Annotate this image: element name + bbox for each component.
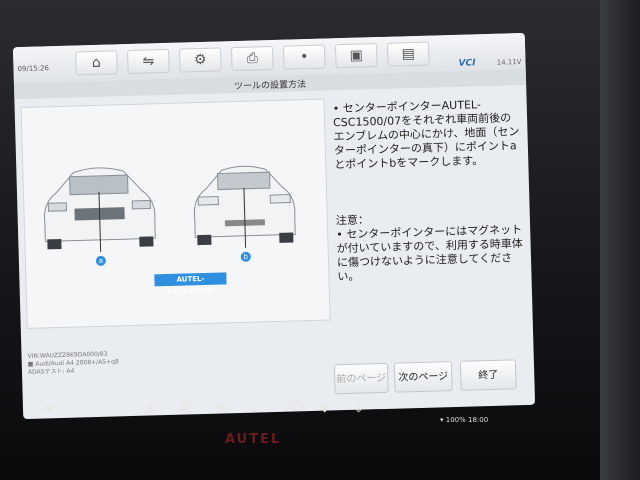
- print-button[interactable]: ⎙: [230, 45, 274, 72]
- home-icon: ⌂: [91, 54, 102, 72]
- note-title: 注意：: [335, 213, 370, 228]
- time-label: 09/15:26: [17, 64, 50, 74]
- status-bar: ▾ 100% 18:00: [440, 416, 488, 424]
- device-brand-logo: AUTEL: [225, 432, 282, 447]
- car-nav-icon[interactable]: ◆: [320, 400, 329, 414]
- next-page-button[interactable]: 次のページ: [393, 361, 453, 393]
- print-icon: ⎙: [246, 50, 259, 67]
- instruction-text: • センターポインターAUTEL-CSC1500/07をそれぞれ車両前後のエンブ…: [332, 98, 520, 172]
- display-icon[interactable]: ▣: [216, 400, 227, 414]
- vci-label: VCI: [458, 58, 476, 69]
- device-edge: [600, 0, 640, 480]
- camera-icon[interactable]: ◘: [180, 400, 190, 414]
- tablet-screen: 09/15:26 ⌂ ⇋ ⚙ ⎙ • ▣ ▤ VCI 14.11V ツールの設置…: [12, 32, 536, 420]
- wifi-icon: ▾: [440, 416, 444, 424]
- car-lift-icon: ⇋: [142, 53, 155, 70]
- battery-level: 100%: [445, 416, 466, 424]
- back-icon[interactable]: ◀: [42, 400, 51, 414]
- settings-button[interactable]: ⚙: [179, 47, 222, 73]
- autel-home-icon[interactable]: ⌂: [250, 400, 258, 414]
- car-rear-illustration: [193, 165, 296, 250]
- browser-icon[interactable]: ◉: [146, 400, 156, 414]
- point-b-marker: b: [240, 251, 251, 262]
- recent-apps-icon[interactable]: ▭: [110, 400, 121, 414]
- save-button[interactable]: ▣: [334, 43, 378, 69]
- vehicle-info: VIN:WAUZZZ8K9DA000/83 ■ Audi/Audi A4 200…: [27, 350, 119, 377]
- info-button[interactable]: •: [282, 44, 326, 70]
- prev-page-button[interactable]: 前のページ: [333, 362, 389, 395]
- test-line: ADASテスト: A4: [27, 367, 75, 376]
- voltage-readout: 14.11V: [496, 58, 522, 67]
- home-nav-icon[interactable]: ⌂: [76, 400, 84, 414]
- setup-diagram: a b AUTEL-CSC1500/07: [20, 98, 331, 329]
- vci-nav-icon[interactable]: VCI: [282, 400, 305, 414]
- save-icon: ▣: [349, 47, 364, 64]
- message-icon: ▤: [401, 46, 416, 63]
- car-lift-button[interactable]: ⇋: [127, 48, 170, 75]
- home-button[interactable]: ⌂: [75, 50, 118, 76]
- note-text: • センターポインターにはマグネットが付いていますので、利用する時車体に傷つけな…: [336, 223, 524, 284]
- car-front-illustration: [43, 167, 156, 254]
- point-a-marker: a: [95, 255, 107, 266]
- user-car-icon[interactable]: ◈: [354, 400, 363, 414]
- info-icon: •: [299, 48, 309, 66]
- message-button[interactable]: ▤: [386, 41, 430, 67]
- finish-button[interactable]: 終了: [459, 359, 517, 391]
- settings-icon: ⚙: [193, 51, 207, 69]
- clock: 18:00: [468, 416, 489, 424]
- tool-tag: AUTEL-CSC1500/07: [154, 272, 227, 296]
